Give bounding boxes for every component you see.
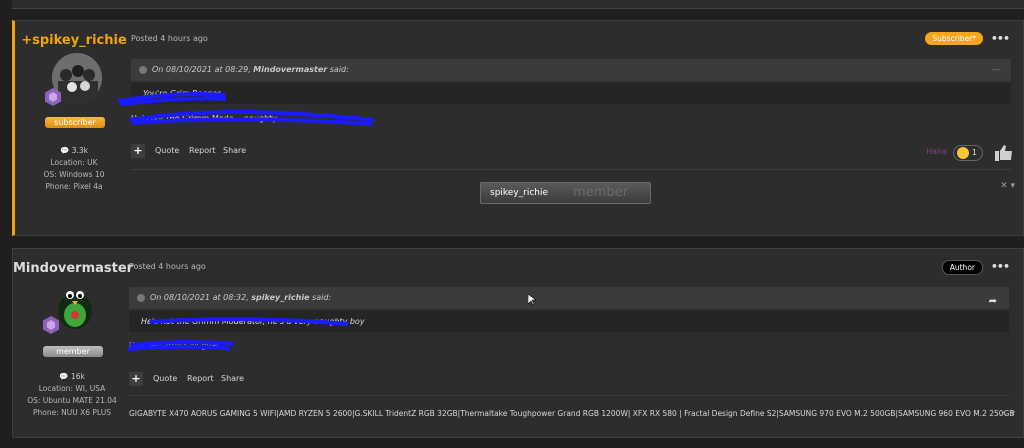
group-pill: subscriber	[45, 117, 105, 128]
like-icon[interactable]	[995, 145, 1013, 161]
quote-icon	[137, 293, 145, 302]
quote-author[interactable]: Mindovermaster	[253, 65, 327, 74]
share-button[interactable]: Share	[223, 146, 246, 155]
more-icon[interactable]: •••	[991, 260, 1010, 273]
quote-body: He's not the Grimm Moderator, he's a ver…	[129, 311, 1009, 332]
quote-button[interactable]: Quote	[153, 374, 177, 383]
location: Location: WI, USA	[38, 384, 106, 393]
hover-card-name: spikey_richie	[490, 188, 549, 198]
share-icon[interactable]: ➦	[989, 291, 997, 313]
page-top-border	[12, 0, 1024, 9]
author-info: 💬 16k Location: WI, USA OS: Ubuntu MATE …	[13, 371, 131, 419]
post-timestamp[interactable]: Posted 4 hours ago	[131, 34, 208, 43]
location: Location: UK	[50, 158, 98, 167]
subscriber-badge: Subscriber*	[925, 32, 983, 45]
reaction-count[interactable]: 1	[952, 145, 983, 161]
author-column: Mindovermaster member 💬 16k Location: WI…	[13, 249, 133, 437]
group-pill: member	[43, 346, 103, 357]
author-badge: Author	[941, 260, 983, 275]
author-name[interactable]: +spikey_richie	[15, 33, 133, 48]
post-timestamp[interactable]: Posted 4 hours ago	[129, 262, 206, 271]
quote-button[interactable]: Quote	[155, 146, 179, 155]
separator	[131, 169, 1011, 170]
author-info: 💬 3.3k Location: UK OS: Windows 10 Phone…	[15, 145, 133, 193]
quote-author[interactable]: spikey_richie	[251, 293, 309, 302]
reaction-label[interactable]: Haha	[926, 147, 947, 156]
quote-icon	[139, 65, 147, 74]
cursor-icon	[528, 294, 536, 306]
reputation: 💬 16k	[59, 372, 85, 381]
phone-info: Phone: Pixel 4a	[45, 182, 103, 191]
share-button[interactable]: Share	[221, 374, 244, 383]
os-info: OS: Windows 10	[43, 170, 105, 179]
rank-badge-icon	[43, 316, 59, 334]
post-actions: + Quote Report Share	[129, 370, 1009, 390]
plus-icon[interactable]: +	[129, 372, 143, 386]
post-actions: + Quote Report Share	[131, 142, 1011, 162]
laugh-emoji-icon	[956, 147, 969, 159]
hover-card[interactable]: spikey_richie member	[480, 182, 651, 204]
hover-card-group: member	[573, 185, 628, 200]
collapse-icon[interactable]: —	[992, 59, 1001, 81]
signature: GIGABYTE X470 AORUS GAMING 5 WIFI|AMD RY…	[129, 409, 1015, 418]
reply-text: Hell, we aren't all goat...	[129, 341, 227, 350]
report-button[interactable]: Report	[189, 146, 216, 155]
reputation: 💬 3.3k	[59, 146, 88, 155]
quote-header: On 08/10/2021 at 08:29, Mindovermaster s…	[131, 59, 1011, 81]
quote-header: On 08/10/2021 at 08:32, spikey_richie sa…	[129, 287, 1009, 309]
more-icon[interactable]: •••	[991, 32, 1010, 45]
close-icon[interactable]: ✕ ▾	[1000, 409, 1015, 419]
plus-icon[interactable]: +	[131, 144, 145, 158]
phone-info: Phone: NUU X6 PLUS	[33, 408, 111, 417]
rank-badge-icon	[45, 88, 61, 106]
author-column: +spikey_richie subscriber 💬 3.3k Locatio…	[15, 21, 133, 235]
report-button[interactable]: Report	[187, 374, 214, 383]
quote-body: You're Grim Reaper	[131, 83, 1011, 104]
author-name[interactable]: Mindovermaster	[13, 261, 133, 276]
reply-text: He's not the Grimm Mode... naughty...	[131, 114, 284, 123]
separator	[129, 395, 1009, 396]
close-icon[interactable]: ✕ ▾	[1000, 181, 1015, 191]
post-mindovermaster: Mindovermaster member 💬 16k Location: WI…	[12, 248, 1024, 438]
os-info: OS: Ubuntu MATE 21.04	[27, 396, 117, 405]
